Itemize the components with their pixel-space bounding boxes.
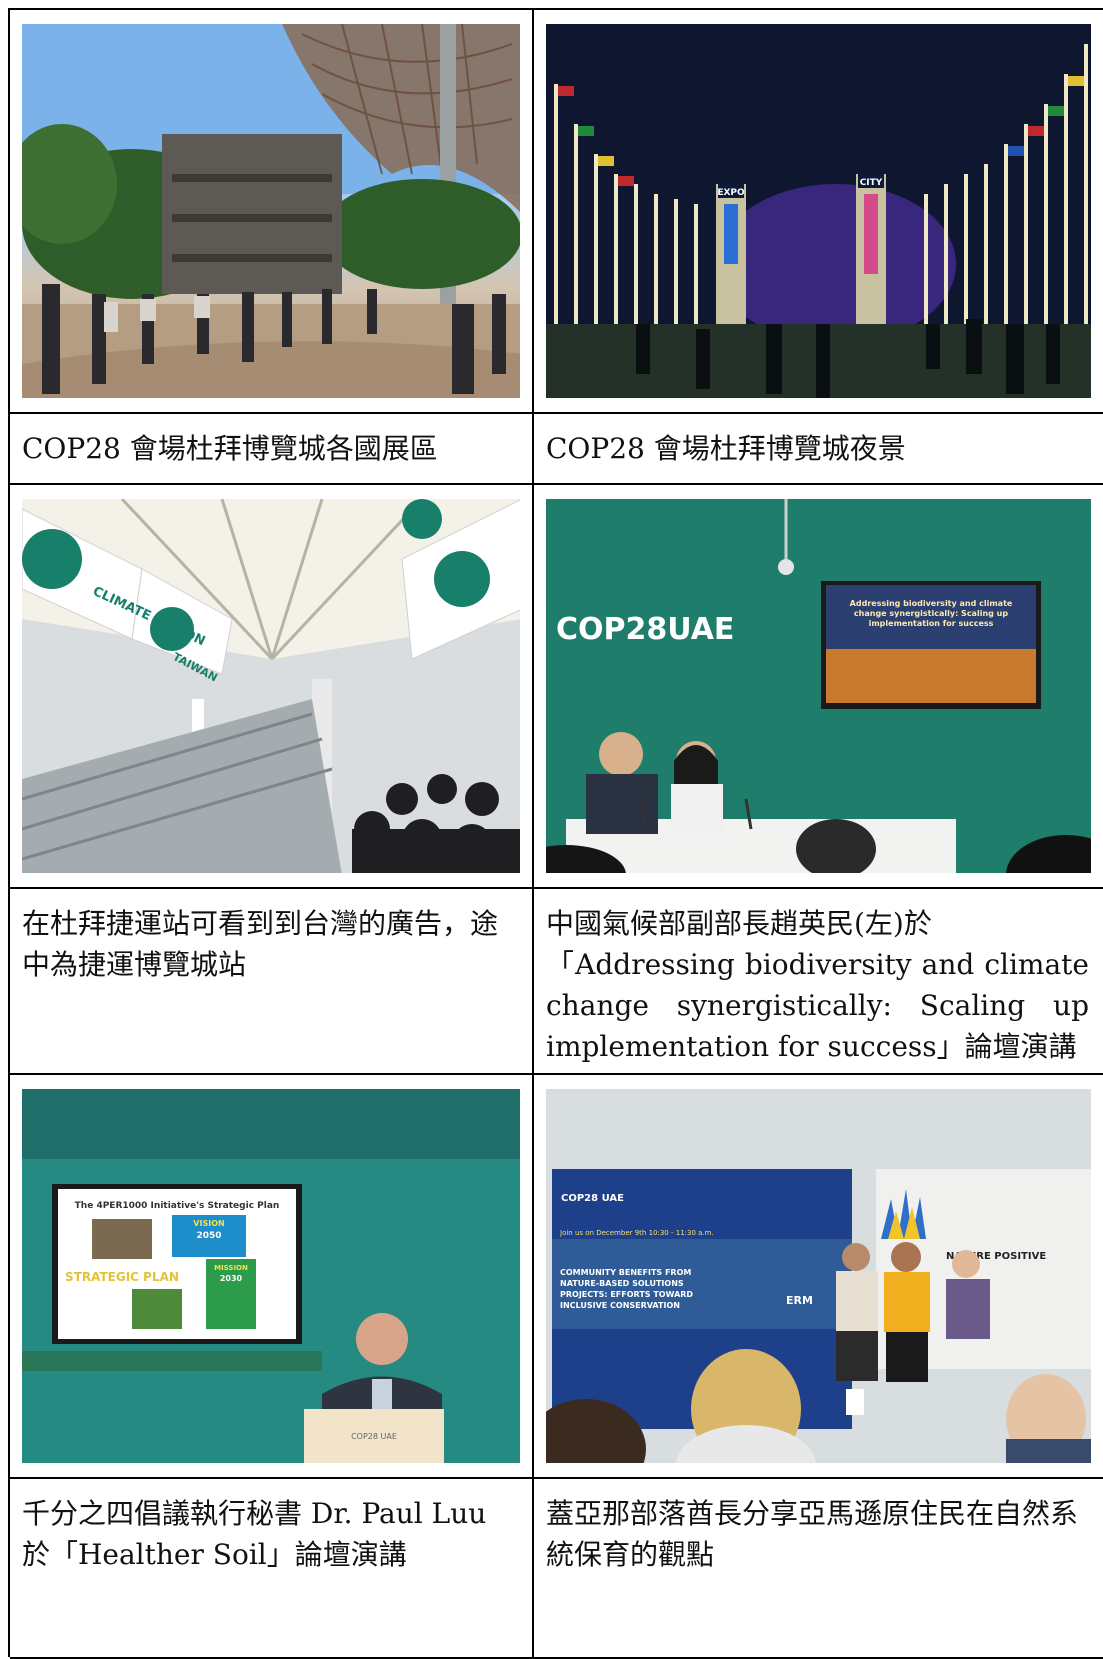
caption-cell-2-right: 中國氣候部副部長趙英民(左)於「Addressing biodiversity …	[534, 889, 1103, 1075]
cop28uae-backdrop-text: COP28UAE	[556, 612, 734, 647]
photo-caption-table: EXPO CITY COP28 會場杜拜博覽城各國展區 COP28 會場杜拜博覽…	[8, 8, 1103, 1659]
caption-cell-3-left: 千分之四倡議執行秘書 Dr. Paul Luu 於「Healther Soil」…	[10, 1479, 534, 1659]
caption-1-left: COP28 會場杜拜博覽城各國展區	[22, 432, 438, 465]
screen-cop28-text: COP28 UAE	[561, 1193, 624, 1204]
caption-2-right-line2: 「Addressing biodiversity and climate cha…	[546, 948, 1089, 1063]
podium-logo-text: COP28 UAE	[351, 1432, 397, 1441]
photo-cell-3-left: The 4PER1000 Initiative's Strategic Plan…	[10, 1075, 534, 1479]
vision-year: 2050	[196, 1231, 221, 1241]
vision-label: VISION	[193, 1219, 224, 1228]
strategic-plan-title: The 4PER1000 Initiative's Strategic Plan	[75, 1201, 280, 1211]
podium-speaker-photo: The 4PER1000 Initiative's Strategic Plan…	[22, 1089, 520, 1463]
caption-3-left: 千分之四倡議執行秘書 Dr. Paul Luu 於「Healther Soil」…	[22, 1497, 487, 1571]
city-sign: CITY	[860, 178, 883, 188]
metro-station-ads-photo: CLIMATE ACTION TAIWAN	[22, 499, 520, 873]
photo-cell-2-left: CLIMATE ACTION TAIWAN	[10, 485, 534, 889]
slide-title-text: Addressing biodiversity and climate chan…	[849, 599, 1013, 628]
caption-2-right-line1: 中國氣候部副部長趙英民(左)於	[546, 907, 932, 940]
caption-cell-3-right: 蓋亞那部落酋長分享亞馬遜原住民在自然系統保育的觀點	[534, 1479, 1103, 1659]
caption-cell-1-right: COP28 會場杜拜博覽城夜景	[534, 414, 1103, 485]
photo-cell-1-left	[10, 10, 534, 414]
expo-sign: EXPO	[717, 188, 745, 198]
forum-speakers-photo: COP28UAE Addressing biodiversity and cli…	[546, 499, 1091, 873]
caption-1-right: COP28 會場杜拜博覽城夜景	[546, 432, 906, 465]
expo-city-night-photo: EXPO CITY	[546, 24, 1091, 398]
caption-2-left: 在杜拜捷運站可看到到台灣的廣告，途中為捷運博覽城站	[22, 907, 499, 981]
strategic-plan-label: STRATEGIC PLAN	[65, 1270, 179, 1284]
photo-cell-3-right: COP28 UAE Join us on December 9th 10:30 …	[534, 1075, 1103, 1479]
caption-cell-2-left: 在杜拜捷運站可看到到台灣的廣告，途中為捷運博覽城站	[10, 889, 534, 1075]
caption-2-right: 中國氣候部副部長趙英民(左)於「Addressing biodiversity …	[546, 903, 1089, 1067]
panel-title-text: COMMUNITY BENEFITS FROM NATURE-BASED SOL…	[560, 1268, 694, 1310]
mission-year: 2030	[220, 1274, 243, 1283]
caption-3-right: 蓋亞那部落酋長分享亞馬遜原住民在自然系統保育的觀點	[546, 1497, 1079, 1571]
panel-date-text: Join us on December 9th 10:30 - 11:30 a.…	[560, 1229, 714, 1237]
mission-label: MISSION	[214, 1264, 248, 1272]
expo-city-pavilions-photo	[22, 24, 520, 398]
caption-cell-1-left: COP28 會場杜拜博覽城各國展區	[10, 414, 534, 485]
panel-discussion-photo: COP28 UAE Join us on December 9th 10:30 …	[546, 1089, 1091, 1463]
photo-cell-1-right: EXPO CITY	[534, 10, 1103, 414]
erm-logo-text: ERM	[786, 1294, 813, 1307]
photo-cell-2-right: COP28UAE Addressing biodiversity and cli…	[534, 485, 1103, 889]
